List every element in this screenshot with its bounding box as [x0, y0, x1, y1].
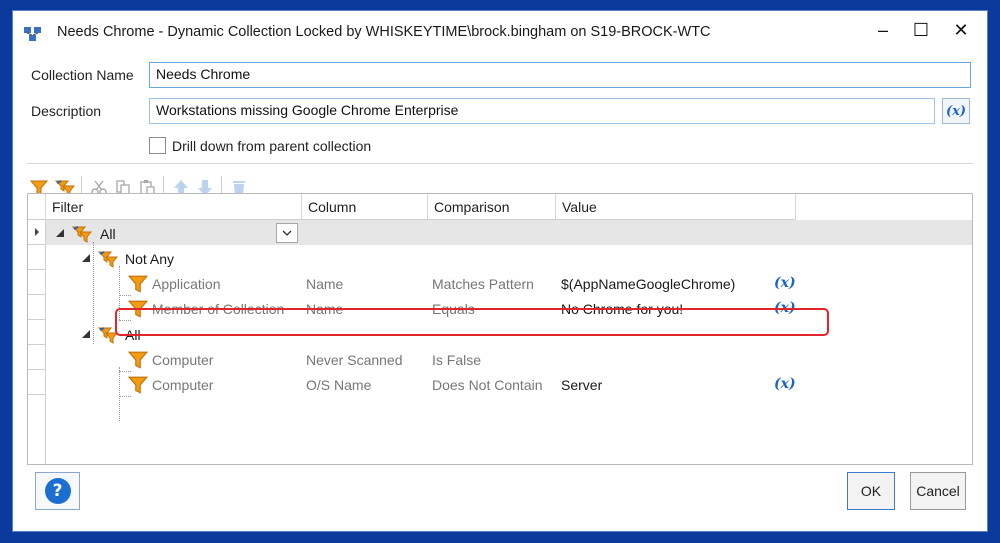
variable-icon[interactable]: (x)	[774, 275, 796, 291]
comparison-cell[interactable]: Matches Pattern	[432, 276, 534, 292]
description-label: Description	[31, 103, 102, 119]
tree-line	[119, 371, 131, 372]
comparison-cell[interactable]: Is False	[432, 352, 481, 368]
filter-icon	[128, 351, 148, 369]
cancel-button[interactable]: Cancel	[910, 472, 966, 510]
value-cell[interactable]: $(AppNameGoogleChrome)	[561, 276, 735, 292]
chevron-down-icon	[282, 230, 292, 236]
highlight-annotation	[115, 308, 829, 336]
selected-row[interactable]	[46, 220, 972, 245]
row-selector-current[interactable]	[28, 220, 46, 245]
help-button[interactable]: ?	[35, 472, 80, 510]
row-selector[interactable]	[28, 370, 46, 395]
collapse-triangle-icon[interactable]	[55, 228, 65, 238]
description-input[interactable]: Workstations missing Google Chrome Enter…	[149, 98, 935, 124]
collection-name-label: Collection Name	[31, 67, 134, 83]
form-divider	[27, 163, 973, 164]
filter-grid[interactable]: Filter Column Comparison Value All Not A…	[27, 193, 973, 465]
row-selector[interactable]	[28, 270, 46, 295]
collection-name-input[interactable]: Needs Chrome	[149, 62, 971, 88]
column-cell[interactable]: Name	[306, 276, 343, 292]
filter-icon	[128, 376, 148, 394]
column-cell[interactable]: O/S Name	[306, 377, 371, 393]
filter-cell[interactable]: Computer	[152, 377, 213, 393]
current-row-arrow-icon	[35, 228, 39, 236]
comparison-column-header[interactable]: Comparison	[428, 194, 556, 220]
help-icon: ?	[44, 478, 71, 504]
title-bar: Needs Chrome - Dynamic Collection Locked…	[13, 11, 987, 55]
close-button[interactable]: ✕	[943, 15, 979, 45]
collection-editor-window: Needs Chrome - Dynamic Collection Locked…	[12, 10, 988, 532]
row-selector-empty	[28, 395, 46, 464]
tree-line	[119, 367, 120, 421]
value-cell[interactable]: Server	[561, 377, 602, 393]
collapse-triangle-icon[interactable]	[81, 253, 91, 263]
filter-column-header[interactable]: Filter	[46, 194, 302, 220]
filter-cell[interactable]: Not Any	[125, 251, 174, 267]
filter-icon	[128, 275, 148, 293]
minimize-button[interactable]: –	[865, 15, 901, 45]
variable-icon: (x)	[945, 103, 967, 119]
value-column-header[interactable]: Value	[556, 194, 796, 220]
filter-group-icon	[98, 251, 118, 268]
row-selector[interactable]	[28, 345, 46, 370]
tree-line	[119, 295, 131, 296]
filter-group-icon	[72, 226, 92, 243]
maximize-button[interactable]: ☐	[903, 15, 939, 45]
row-selector[interactable]	[28, 320, 46, 345]
drill-down-checkbox[interactable]	[149, 137, 166, 154]
column-column-header[interactable]: Column	[302, 194, 428, 220]
collapse-triangle-icon[interactable]	[81, 329, 91, 339]
filter-cell[interactable]: Computer	[152, 352, 213, 368]
ok-button[interactable]: OK	[847, 472, 895, 510]
collection-app-icon	[24, 27, 41, 41]
window-title: Needs Chrome - Dynamic Collection Locked…	[57, 24, 711, 40]
filter-cell[interactable]: Application	[152, 276, 221, 292]
description-variable-button[interactable]: (x)	[942, 98, 970, 124]
grid-corner	[28, 194, 46, 220]
row-selector[interactable]	[28, 295, 46, 320]
tree-line	[93, 242, 94, 344]
row-selector[interactable]	[28, 245, 46, 270]
drill-down-label: Drill down from parent collection	[172, 138, 372, 154]
column-cell[interactable]: Never Scanned	[306, 352, 403, 368]
tree-line	[119, 396, 131, 397]
filter-group-dropdown[interactable]	[276, 223, 298, 243]
variable-icon[interactable]: (x)	[774, 376, 796, 392]
filter-cell[interactable]: All	[100, 226, 116, 242]
comparison-cell[interactable]: Does Not Contain	[432, 377, 543, 393]
